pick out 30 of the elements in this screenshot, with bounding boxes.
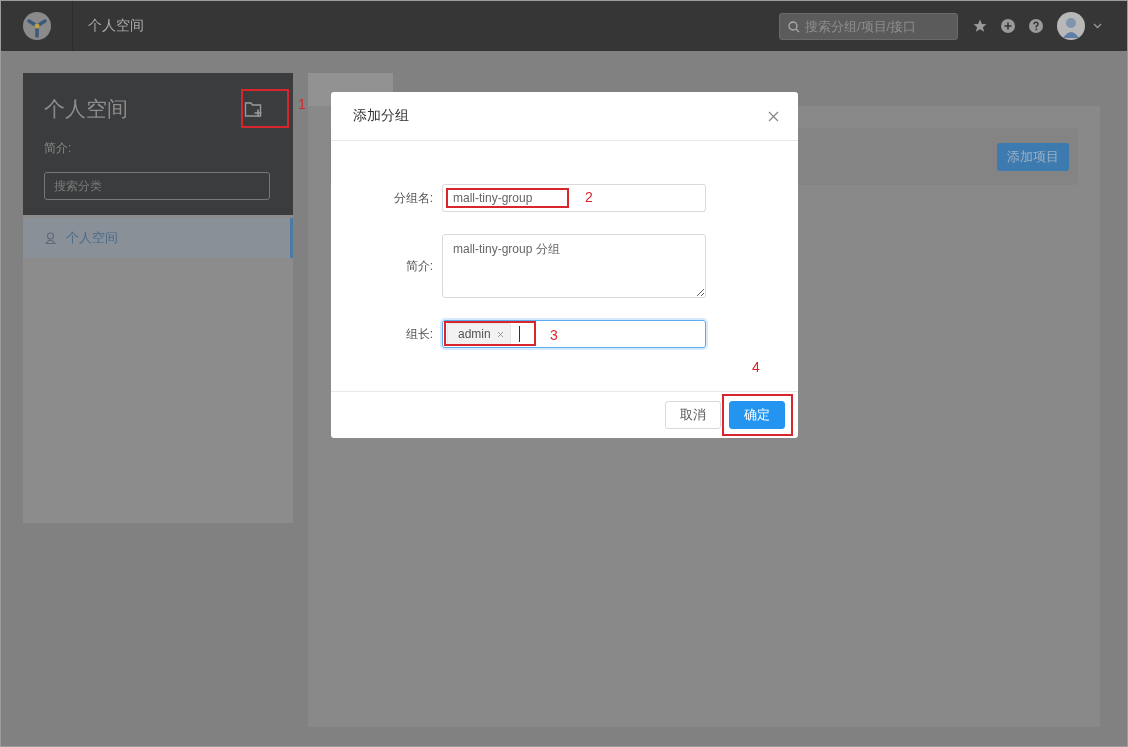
dialog-title: 添加分组 [353,107,409,125]
step-number: 4 [752,359,760,375]
search-icon [788,20,800,33]
logo-icon[interactable] [22,12,51,40]
help-icon[interactable] [1029,19,1043,33]
field-label: 分组名: [392,189,434,207]
intro-label: 简介: [44,140,73,157]
highlight-box [241,89,289,128]
text-area[interactable]: mall-tiny-group 分组 [442,234,706,298]
cancel-button[interactable]: 取消 [665,401,721,429]
confirm-button[interactable]: 确定 [729,401,785,429]
step-number: 3 [550,327,558,343]
search-field[interactable]: 搜索分类 [44,172,270,200]
avatar[interactable] [1057,12,1085,40]
remove-icon[interactable] [496,330,504,338]
star-icon[interactable] [973,19,987,33]
tag-text: admin [458,327,491,341]
caret-icon[interactable] [1093,23,1102,29]
field-label: 组长: [404,325,434,343]
step-number: 2 [585,189,593,205]
highlight-box [722,394,793,436]
add-icon[interactable] [1001,19,1015,33]
field-label: 简介: [404,257,434,275]
step-number: 1 [298,96,306,112]
header-title: 个人空间 [88,17,144,35]
user-icon [45,232,56,244]
folder-add-icon[interactable] [244,99,263,119]
close-icon[interactable] [768,110,779,122]
text-cursor [518,326,520,342]
group-title: 个人空间 [44,96,128,122]
